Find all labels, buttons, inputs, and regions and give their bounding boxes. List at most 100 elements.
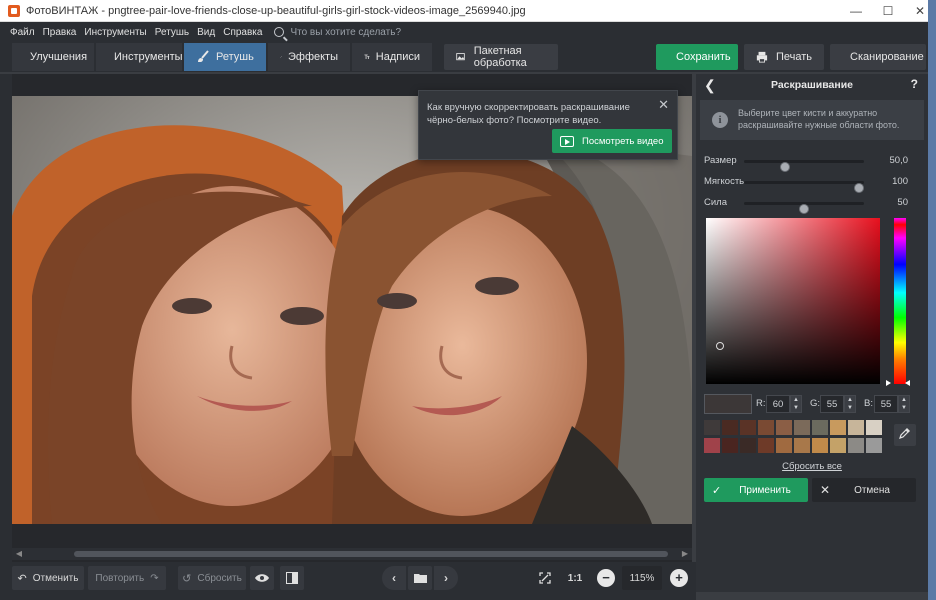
color-picker-cursor[interactable] (716, 342, 724, 350)
scroll-left-icon[interactable]: ◀ (14, 549, 24, 559)
print-button[interactable]: Печать (744, 44, 824, 70)
compare-icon (286, 572, 298, 584)
close-icon: ✕ (820, 483, 831, 497)
chevron-left-icon: ‹ (392, 571, 396, 585)
size-slider-knob[interactable] (780, 162, 791, 172)
palette-color-swatch[interactable] (830, 420, 846, 435)
palette-color-swatch[interactable] (704, 438, 720, 453)
portrait-photo (12, 96, 692, 524)
info-icon: i (712, 112, 728, 128)
tab-enhancements[interactable]: Улучшения (12, 43, 94, 71)
r-stepper[interactable]: ▲ ▼ (790, 395, 802, 413)
scan-label: Сканирование (850, 51, 924, 63)
minimize-button[interactable]: — (840, 0, 872, 22)
maximize-button[interactable]: ☐ (872, 0, 904, 22)
g-input[interactable]: 55 (820, 395, 844, 413)
menu-edit[interactable]: Правка (43, 27, 77, 38)
b-label: B: (864, 398, 873, 409)
b-input[interactable]: 55 (874, 395, 898, 413)
strength-slider-track[interactable] (744, 202, 864, 214)
menu-file[interactable]: Файл (10, 27, 35, 38)
printer-icon (756, 51, 768, 63)
watch-video-label: Посмотреть видео (582, 135, 664, 147)
palette-color-swatch[interactable] (740, 438, 756, 453)
palette-color-swatch[interactable] (866, 420, 882, 435)
saturation-value-picker[interactable] (706, 218, 880, 384)
save-button[interactable]: Сохранить (656, 44, 738, 70)
menu-retouch[interactable]: Ретушь (155, 27, 189, 38)
redo-button[interactable]: Повторить ↷ (88, 566, 166, 590)
g-stepper[interactable]: ▲ ▼ (844, 395, 856, 413)
softness-slider-knob[interactable] (854, 183, 864, 193)
palette-color-swatch[interactable] (758, 420, 774, 435)
menu-tools[interactable]: Инструменты (84, 27, 146, 38)
reset-button[interactable]: ↺ Сбросить (178, 566, 246, 590)
photo-canvas[interactable] (12, 96, 692, 524)
reset-all-link[interactable]: Сбросить все (696, 461, 928, 472)
r-label: R: (756, 398, 766, 409)
undo-button[interactable]: ↶ Отменить (12, 566, 84, 590)
images-icon (456, 53, 465, 61)
palette-color-swatch[interactable] (722, 420, 738, 435)
command-search[interactable]: Что вы хотите сделать? (274, 27, 401, 38)
watch-video-button[interactable]: Посмотреть видео (552, 129, 672, 153)
help-icon[interactable]: ? (911, 77, 918, 91)
palette-color-swatch[interactable] (812, 438, 828, 453)
palette-color-swatch[interactable] (722, 438, 738, 453)
tab-retouch[interactable]: Ретушь (184, 43, 266, 71)
palette-color-swatch[interactable] (848, 420, 864, 435)
zoom-in-button[interactable]: + (670, 569, 688, 587)
palette-color-swatch[interactable] (866, 438, 882, 453)
scrollbar-thumb[interactable] (74, 551, 668, 557)
softness-slider-track[interactable] (744, 181, 864, 193)
close-hint-icon[interactable]: ✕ (658, 97, 669, 113)
b-stepper[interactable]: ▲ ▼ (898, 395, 910, 413)
apply-button[interactable]: ✓ Применить (704, 478, 808, 502)
zoom-out-button[interactable]: − (597, 569, 615, 587)
menu-view[interactable]: Вид (197, 27, 215, 38)
cancel-button[interactable]: ✕ Отмена (812, 478, 916, 502)
menu-help[interactable]: Справка (223, 27, 262, 38)
strength-value: 50 (897, 197, 908, 208)
info-text: Выберите цвет кисти и аккуратно раскраши… (738, 108, 900, 130)
palette-color-swatch[interactable] (794, 420, 810, 435)
strength-slider-knob[interactable] (799, 204, 809, 214)
hue-slider[interactable] (894, 218, 906, 384)
strength-label: Сила (704, 197, 727, 208)
zoom-level[interactable]: 115% (622, 566, 662, 590)
tab-effects[interactable]: Эффекты (268, 43, 350, 71)
strength-slider-row: Сила 50 (704, 196, 920, 214)
palette-color-swatch[interactable] (776, 420, 792, 435)
preview-toggle-button[interactable] (250, 566, 274, 590)
fit-screen-button[interactable] (534, 566, 556, 590)
open-folder-button[interactable] (408, 566, 432, 590)
size-slider-row: Размер 50,0 (704, 154, 920, 172)
tab-label: Эффекты (287, 51, 338, 63)
compare-button[interactable] (280, 566, 304, 590)
batch-processing-button[interactable]: Пакетная обработка (444, 44, 558, 70)
tab-captions[interactable]: Надписи (352, 43, 432, 71)
desktop-edge (928, 0, 936, 600)
palette-color-swatch[interactable] (830, 438, 846, 453)
size-value: 50,0 (889, 155, 909, 166)
scan-button[interactable]: Сканирование (830, 44, 926, 70)
r-input[interactable]: 60 (766, 395, 790, 413)
palette-color-swatch[interactable] (776, 438, 792, 453)
actual-size-button[interactable]: 1:1 (562, 566, 588, 590)
tab-label: Надписи (375, 51, 420, 63)
video-play-icon (560, 135, 574, 147)
palette-color-swatch[interactable] (812, 420, 828, 435)
palette-color-swatch[interactable] (758, 438, 774, 453)
palette-color-swatch[interactable] (848, 438, 864, 453)
tab-tools[interactable]: Инструменты (96, 43, 183, 71)
size-slider-track[interactable] (744, 160, 864, 172)
palette-color-swatch[interactable] (794, 438, 810, 453)
palette-color-swatch[interactable] (704, 420, 720, 435)
scroll-right-icon[interactable]: ▶ (680, 549, 690, 559)
prev-photo-button[interactable]: ‹ (382, 566, 406, 590)
hue-slider-marker[interactable] (886, 380, 910, 388)
palette-color-swatch[interactable] (740, 420, 756, 435)
eyedropper-button[interactable] (894, 424, 916, 446)
horizontal-scrollbar[interactable]: ◀ ▶ (12, 548, 692, 560)
next-photo-button[interactable]: › (434, 566, 458, 590)
